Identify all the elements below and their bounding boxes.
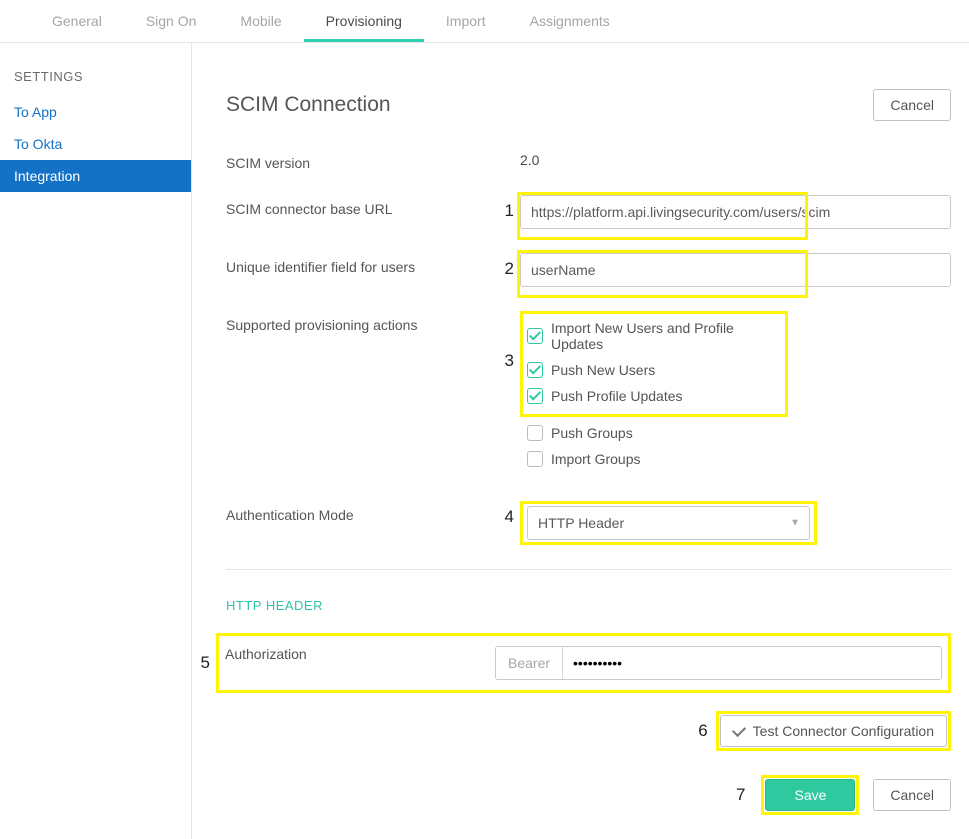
annotation-6: 6 <box>698 721 707 741</box>
checkbox-label: Push Profile Updates <box>551 388 683 404</box>
uid-label: Unique identifier field for users <box>226 253 496 275</box>
tab-assignments[interactable]: Assignments <box>508 5 632 42</box>
save-button[interactable]: Save <box>765 779 855 811</box>
annotation-7: 7 <box>736 785 745 805</box>
cancel-button-bottom[interactable]: Cancel <box>873 779 951 811</box>
base-url-input[interactable] <box>520 195 951 229</box>
http-header-heading: HTTP HEADER <box>226 598 951 613</box>
annotation-4: 4 <box>496 501 520 527</box>
checkbox-push-groups[interactable] <box>527 425 543 441</box>
sidebar-heading: SETTINGS <box>0 69 191 96</box>
settings-sidebar: SETTINGS To App To Okta Integration <box>0 43 192 839</box>
uid-input[interactable] <box>520 253 951 287</box>
annotation-1: 1 <box>496 195 520 221</box>
sidebar-item-to-okta[interactable]: To Okta <box>0 128 191 160</box>
checkbox-push-profile-updates[interactable] <box>527 388 543 404</box>
tab-provisioning[interactable]: Provisioning <box>304 5 424 42</box>
tab-mobile[interactable]: Mobile <box>218 5 303 42</box>
checkbox-label: Push New Users <box>551 362 655 378</box>
tab-sign-on[interactable]: Sign On <box>124 5 219 42</box>
checkbox-import-groups[interactable] <box>527 451 543 467</box>
top-tabs: General Sign On Mobile Provisioning Impo… <box>0 0 969 43</box>
actions-label: Supported provisioning actions <box>226 311 496 333</box>
checkbox-import-new-users[interactable] <box>527 328 543 344</box>
authorization-label: Authorization <box>225 646 495 662</box>
auth-mode-label: Authentication Mode <box>226 501 496 523</box>
checkbox-label: Push Groups <box>551 425 633 441</box>
sidebar-item-integration[interactable]: Integration <box>0 160 191 192</box>
test-connector-label: Test Connector Configuration <box>753 723 934 739</box>
section-title: SCIM Connection <box>226 93 391 117</box>
annotation-2: 2 <box>496 253 520 279</box>
checkbox-label: Import Groups <box>551 451 640 467</box>
scim-version-value: 2.0 <box>520 152 951 168</box>
bearer-prefix: Bearer <box>496 647 563 679</box>
scim-version-label: SCIM version <box>226 149 496 171</box>
annotation-3: 3 <box>496 311 520 371</box>
checkbox-label: Import New Users and Profile Updates <box>551 320 759 352</box>
checkbox-push-new-users[interactable] <box>527 362 543 378</box>
cancel-button-top[interactable]: Cancel <box>873 89 951 121</box>
bearer-token-input[interactable] <box>563 647 941 679</box>
test-connector-button[interactable]: Test Connector Configuration <box>720 715 947 747</box>
sidebar-item-to-app[interactable]: To App <box>0 96 191 128</box>
tab-general[interactable]: General <box>30 5 124 42</box>
base-url-label: SCIM connector base URL <box>226 195 496 217</box>
auth-mode-select[interactable] <box>527 506 810 540</box>
check-icon <box>732 722 746 736</box>
main-panel: SCIM Connection Cancel SCIM version 2.0 … <box>192 43 969 839</box>
annotation-5: 5 <box>192 653 216 673</box>
actions-highlight: Import New Users and Profile Updates Pus… <box>520 311 788 417</box>
tab-import[interactable]: Import <box>424 5 508 42</box>
